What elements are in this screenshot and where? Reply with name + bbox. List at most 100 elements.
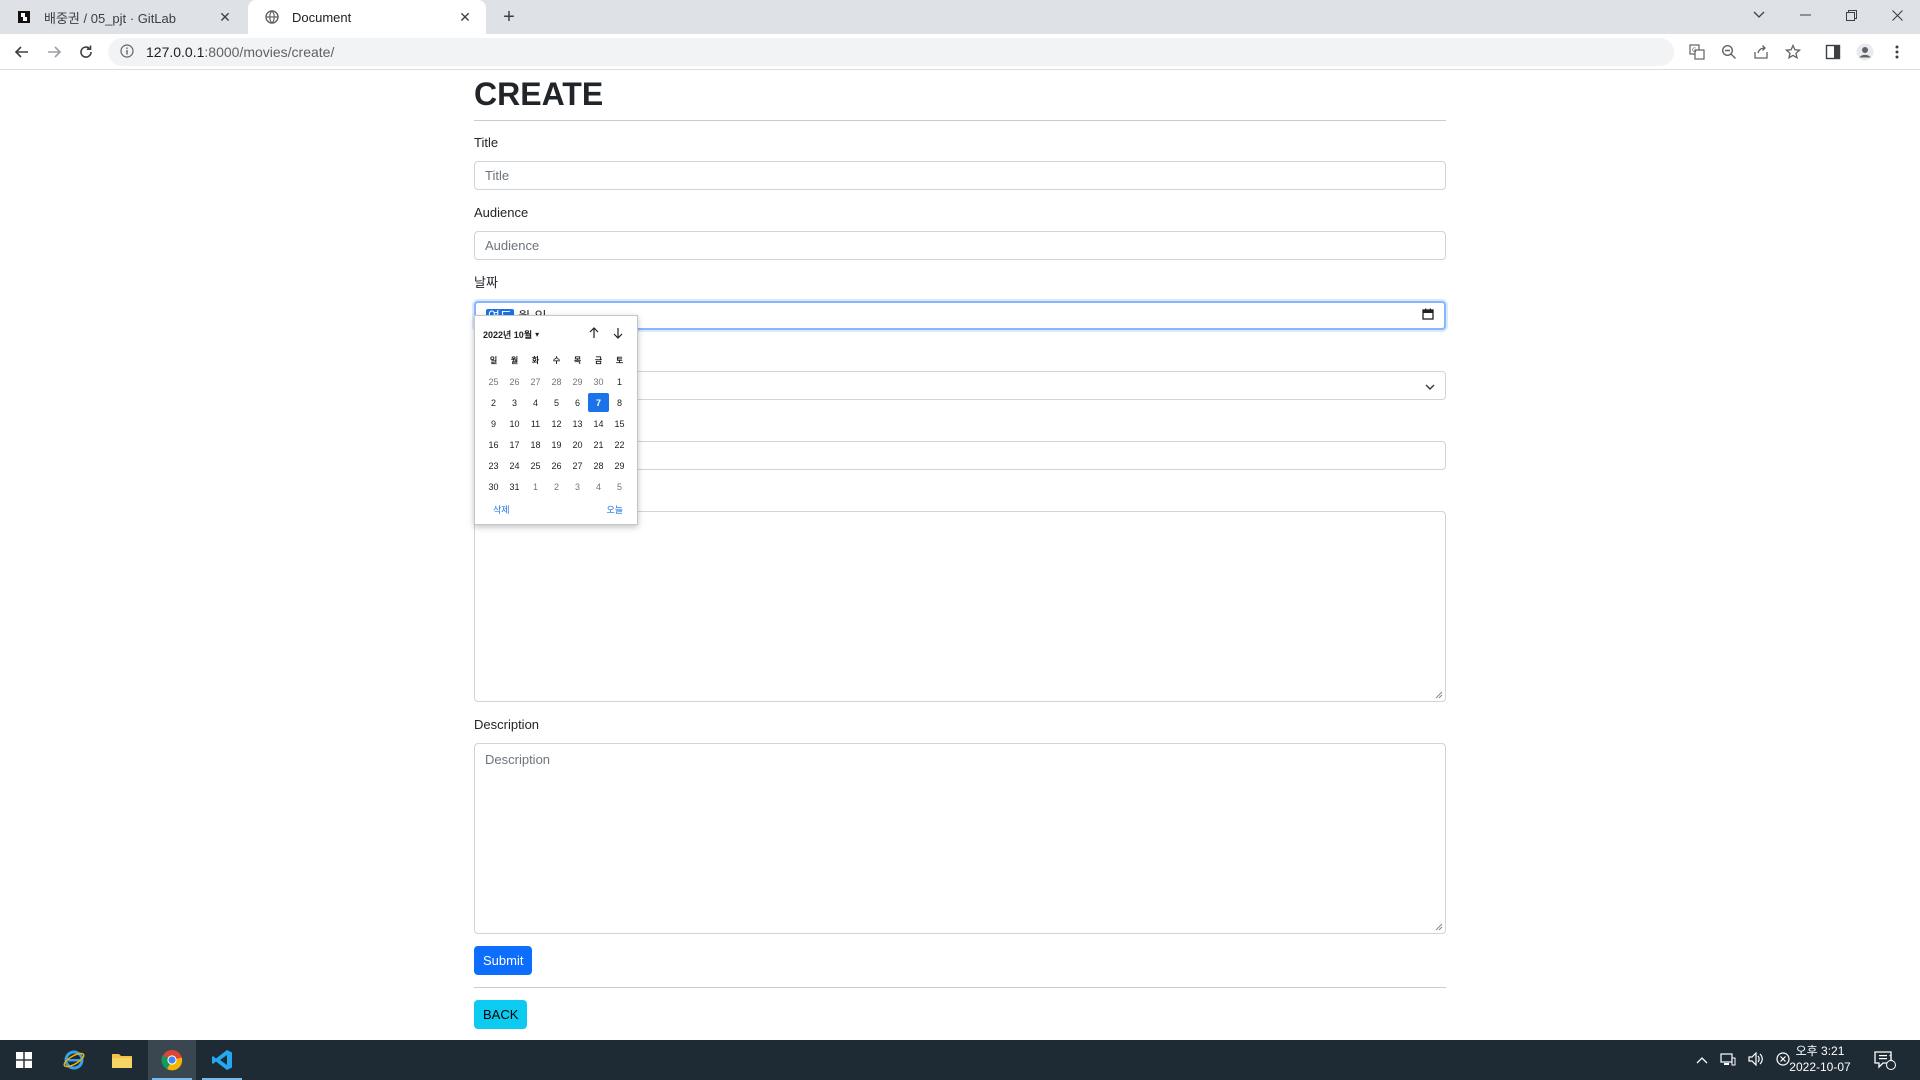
close-icon[interactable]: ✕ <box>456 8 474 26</box>
calendar-day[interactable]: 4 <box>525 393 546 412</box>
close-icon[interactable]: ✕ <box>216 8 234 26</box>
calendar-day[interactable]: 29 <box>609 456 630 475</box>
tab-document[interactable]: Document ✕ <box>248 0 486 34</box>
system-tray <box>1696 1040 1790 1080</box>
calendar-day[interactable]: 4 <box>588 477 609 496</box>
notification-center-icon[interactable]: 1 <box>1874 1040 1896 1080</box>
calendar-day[interactable]: 17 <box>504 435 525 454</box>
calendar-day[interactable]: 23 <box>483 456 504 475</box>
calendar-day[interactable]: 8 <box>609 393 630 412</box>
internet-explorer-icon[interactable] <box>50 1040 98 1080</box>
calendar-day[interactable]: 1 <box>525 477 546 496</box>
audience-label: Audience <box>474 205 529 220</box>
reload-icon[interactable] <box>72 38 100 66</box>
calendar-day[interactable]: 22 <box>609 435 630 454</box>
calendar-day[interactable]: 5 <box>609 477 630 496</box>
site-info-icon[interactable] <box>120 44 136 60</box>
chevron-up-icon[interactable] <box>1696 1053 1708 1067</box>
next-month-arrow-icon[interactable] <box>609 324 627 342</box>
minimize-icon[interactable] <box>1782 0 1828 30</box>
audience-input[interactable]: Audience <box>474 231 1446 260</box>
calendar-day[interactable]: 14 <box>588 414 609 433</box>
calendar-grid: 일 월 화 수 목 금 토 25 26 27 28 29 30 1 2 3 4 … <box>483 350 631 497</box>
tab-search-icon[interactable] <box>1736 0 1782 30</box>
calendar-day[interactable]: 20 <box>567 435 588 454</box>
calendar-day[interactable]: 26 <box>504 372 525 391</box>
calendar-week-row: 30 31 1 2 3 4 5 <box>483 476 631 497</box>
calendar-day[interactable]: 3 <box>504 393 525 412</box>
calendar-day[interactable]: 28 <box>546 372 567 391</box>
calendar-day[interactable]: 28 <box>588 456 609 475</box>
calendar-day[interactable]: 26 <box>546 456 567 475</box>
back-icon[interactable] <box>8 38 36 66</box>
calendar-day[interactable]: 1 <box>609 372 630 391</box>
zoom-icon[interactable] <box>1718 41 1740 63</box>
calendar-day[interactable]: 10 <box>504 414 525 433</box>
calendar-day[interactable]: 12 <box>546 414 567 433</box>
calendar-day[interactable]: 27 <box>567 456 588 475</box>
tab-gitlab[interactable]: 배중권 / 05_pjt · GitLab ✕ <box>0 0 246 34</box>
previous-month-arrow-icon[interactable] <box>585 324 603 342</box>
calendar-day[interactable]: 19 <box>546 435 567 454</box>
month-year-selector[interactable]: 2022년 10월 ▾ <box>483 328 539 341</box>
chrome-icon[interactable] <box>148 1040 196 1080</box>
date-label: 날짜 <box>474 275 498 290</box>
calendar-day[interactable]: 9 <box>483 414 504 433</box>
restore-icon[interactable] <box>1828 0 1874 30</box>
calendar-day[interactable]: 25 <box>525 456 546 475</box>
calendar-week-row: 9 10 11 12 13 14 15 <box>483 413 631 434</box>
resize-handle-icon[interactable] <box>1433 921 1443 931</box>
menu-kebab-icon[interactable] <box>1886 41 1908 63</box>
today-button[interactable]: 오늘 <box>606 503 623 516</box>
bookmark-star-icon[interactable] <box>1782 41 1804 63</box>
file-explorer-icon[interactable] <box>98 1040 146 1080</box>
forward-icon[interactable] <box>40 38 68 66</box>
calendar-day[interactable]: 3 <box>567 477 588 496</box>
vscode-icon[interactable] <box>198 1040 246 1080</box>
calendar-day[interactable]: 24 <box>504 456 525 475</box>
calendar-day[interactable]: 18 <box>525 435 546 454</box>
calendar-day[interactable]: 16 <box>483 435 504 454</box>
share-icon[interactable] <box>1750 41 1772 63</box>
calendar-day[interactable]: 27 <box>525 372 546 391</box>
calendar-day[interactable]: 21 <box>588 435 609 454</box>
close-window-icon[interactable] <box>1874 0 1920 30</box>
translate-icon[interactable]: G <box>1686 41 1708 63</box>
windows-start-icon[interactable] <box>0 1040 48 1080</box>
calendar-day[interactable]: 13 <box>567 414 588 433</box>
weekday-label: 목 <box>573 356 582 365</box>
side-panel-icon[interactable] <box>1822 41 1844 63</box>
new-tab-button[interactable]: + <box>496 5 522 29</box>
calendar-day[interactable]: 2 <box>483 393 504 412</box>
svg-text:G: G <box>1692 47 1697 54</box>
notification-count: 1 <box>1888 1053 1894 1063</box>
calendar-day[interactable]: 6 <box>567 393 588 412</box>
calendar-day[interactable]: 5 <box>546 393 567 412</box>
description-textarea[interactable]: Description <box>474 743 1446 934</box>
network-icon[interactable] <box>1720 1052 1736 1069</box>
url-path: :8000/movies/create/ <box>204 44 335 60</box>
taskbar-clock[interactable]: 오후 3:21 2022-10-07 <box>1780 1043 1860 1075</box>
clear-date-button[interactable]: 삭제 <box>493 503 510 516</box>
calendar-day[interactable]: 2 <box>546 477 567 496</box>
calendar-icon[interactable] <box>1422 308 1434 323</box>
calendar-day[interactable]: 30 <box>588 372 609 391</box>
resize-handle-icon[interactable] <box>1433 689 1443 699</box>
calendar-day-selected[interactable]: 7 <box>588 393 609 412</box>
calendar-day[interactable]: 30 <box>483 477 504 496</box>
calendar-day[interactable]: 11 <box>525 414 546 433</box>
calendar-day[interactable]: 31 <box>504 477 525 496</box>
submit-button[interactable]: Submit <box>474 946 533 975</box>
calendar-day[interactable]: 15 <box>609 414 630 433</box>
clock-date: 2022-10-07 <box>1789 1060 1851 1074</box>
audience-placeholder: Audience <box>485 238 540 253</box>
url-host: 127.0.0.1 <box>146 44 205 60</box>
calendar-day[interactable]: 29 <box>567 372 588 391</box>
calendar-day[interactable]: 25 <box>483 372 504 391</box>
back-button[interactable]: BACK <box>474 1000 528 1029</box>
address-bar[interactable]: 127.0.0.1:8000/movies/create/ <box>108 38 1674 66</box>
title-input[interactable]: Title <box>474 161 1446 190</box>
textarea-field[interactable] <box>474 511 1446 702</box>
profile-icon[interactable] <box>1854 41 1876 63</box>
volume-icon[interactable] <box>1748 1051 1764 1069</box>
